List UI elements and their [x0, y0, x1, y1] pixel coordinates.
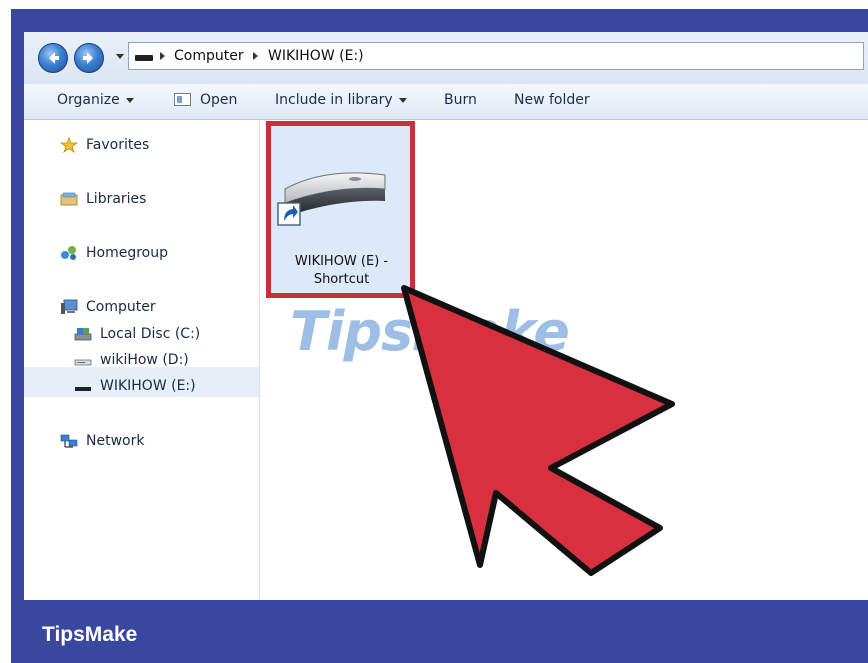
pointer-arrow-icon — [401, 285, 675, 576]
brand-logo: TipsMake — [42, 623, 138, 646]
